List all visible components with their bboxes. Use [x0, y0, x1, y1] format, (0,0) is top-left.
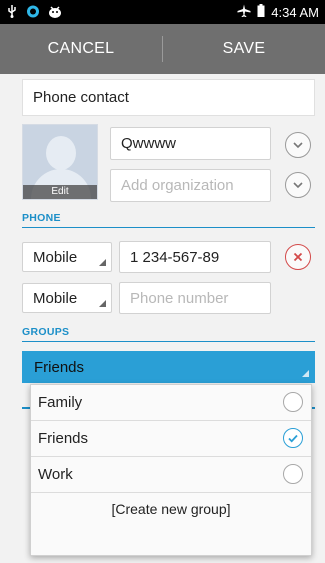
phone-type-label: Mobile [33, 289, 78, 307]
unchecked-icon[interactable] [283, 392, 303, 412]
status-bar: 4:34 AM [0, 0, 325, 24]
android-icon [48, 5, 62, 20]
group-option-work[interactable]: Work [31, 457, 311, 493]
clock: 4:34 AM [271, 4, 319, 20]
unchecked-icon[interactable] [283, 464, 303, 484]
groups-selected-label: Friends [34, 358, 85, 376]
airplane-icon [237, 4, 251, 20]
status-icons-right: 4:34 AM [237, 4, 319, 20]
phone-type-spinner-1[interactable]: Mobile [22, 242, 112, 272]
dropdown-corner-icon [302, 370, 309, 377]
chevron-down-icon [293, 142, 303, 149]
organization-field[interactable]: Add organization [110, 169, 271, 202]
group-option-label: Friends [38, 430, 89, 447]
status-icons-left [6, 4, 62, 20]
group-option-friends[interactable]: Friends [31, 421, 311, 457]
groups-dropdown: Family Friends Work [Create new group] [30, 384, 312, 556]
close-icon [293, 252, 303, 262]
phone-number-field-1[interactable]: 1 234-567-89 [119, 241, 271, 273]
group-option-label: Work [38, 466, 73, 483]
checkmark-icon[interactable] [283, 428, 303, 448]
battery-icon [257, 4, 265, 20]
contact-photo[interactable]: Edit [22, 124, 98, 200]
phone-type-spinner-2[interactable]: Mobile [22, 283, 112, 313]
expand-organization-button[interactable] [285, 172, 311, 198]
group-option-family[interactable]: Family [31, 385, 311, 421]
name-value: Qwwww [121, 135, 176, 152]
dropdown-corner-icon [99, 300, 106, 307]
sync-icon [26, 5, 40, 20]
remove-phone-button[interactable] [285, 244, 311, 270]
phone-number-value: 1 234-567-89 [130, 248, 220, 266]
phone-number-placeholder: Phone number [130, 289, 229, 307]
name-field[interactable]: Qwwww [110, 127, 271, 160]
organization-placeholder: Add organization [121, 177, 234, 194]
avatar-edit-label: Edit [23, 185, 97, 199]
phone-number-field-2[interactable]: Phone number [119, 282, 271, 314]
group-option-label: Family [38, 394, 83, 411]
account-type-button[interactable]: Phone contact [22, 79, 315, 116]
groups-section-header: GROUPS [22, 326, 315, 342]
save-button[interactable]: SAVE [163, 24, 325, 74]
phone-type-label: Mobile [33, 248, 78, 266]
avatar-head-icon [46, 136, 76, 170]
phone-section-header: PHONE [22, 212, 315, 228]
account-type-label: Phone contact [33, 89, 129, 106]
action-bar: CANCEL SAVE [0, 24, 325, 74]
expand-name-button[interactable] [285, 132, 311, 158]
create-new-group-button[interactable]: [Create new group] [31, 493, 311, 525]
usb-icon [6, 4, 18, 20]
dropdown-corner-icon [99, 259, 106, 266]
chevron-down-icon [293, 182, 303, 189]
cancel-button[interactable]: CANCEL [0, 24, 162, 74]
groups-spinner[interactable]: Friends [22, 351, 315, 383]
